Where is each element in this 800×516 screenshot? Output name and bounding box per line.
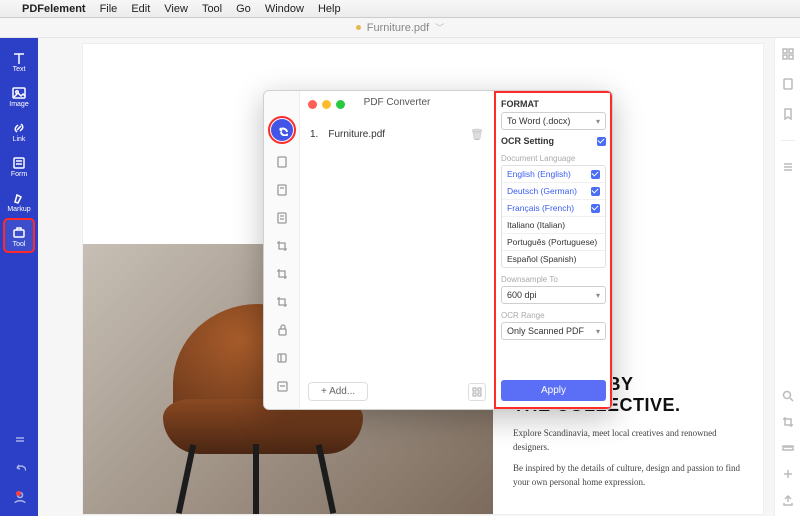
sidebar-label: Text bbox=[13, 66, 26, 73]
language-option[interactable]: Español (Spanish) bbox=[502, 251, 605, 267]
sidebar-label: Link bbox=[13, 136, 26, 143]
language-option[interactable]: Deutsch (German) bbox=[502, 183, 605, 200]
sidebar-label: Markup bbox=[7, 206, 30, 213]
plus-icon[interactable] bbox=[782, 468, 794, 480]
chevron-down-icon[interactable]: ﹀ bbox=[435, 21, 444, 34]
chevron-down-icon: ▾ bbox=[596, 291, 600, 300]
list-icon[interactable] bbox=[782, 161, 794, 173]
mac-menubar: PDFelement File Edit View Tool Go Window… bbox=[0, 0, 800, 18]
ocr-range-label: OCR Range bbox=[501, 311, 606, 320]
sidebar-item-markup[interactable]: Markup bbox=[4, 184, 34, 217]
thumbnails-icon[interactable] bbox=[782, 48, 794, 60]
menu-window[interactable]: Window bbox=[265, 3, 304, 15]
pdf-converter-dialog: PDF Converter 1. Furniture.pdf 🗑 + Add..… bbox=[263, 90, 613, 410]
menu-edit[interactable]: Edit bbox=[131, 3, 150, 15]
crop-icon[interactable] bbox=[275, 295, 289, 309]
menu-go[interactable]: Go bbox=[236, 3, 251, 15]
add-file-button[interactable]: + Add... bbox=[308, 382, 368, 401]
sidebar-item-image[interactable]: Image bbox=[4, 79, 34, 112]
ocr-icon[interactable] bbox=[275, 379, 289, 393]
markup-icon bbox=[11, 190, 27, 206]
crop-icon[interactable] bbox=[275, 239, 289, 253]
sidebar-item-tool[interactable]: Tool bbox=[4, 219, 34, 252]
file-row[interactable]: 1. Furniture.pdf 🗑 bbox=[310, 125, 484, 144]
sidebar-item-form[interactable]: Form bbox=[4, 149, 34, 182]
doc-paragraph: Explore Scandinavia, meet local creative… bbox=[513, 427, 748, 454]
notify-badge bbox=[16, 491, 21, 496]
remove-file-icon[interactable]: 🗑 bbox=[470, 128, 484, 141]
form-icon bbox=[11, 155, 27, 171]
document-canvas: INSPIRED BYTHE COLLECTIVE. Explore Scand… bbox=[38, 38, 774, 516]
format-label: FORMAT bbox=[501, 99, 606, 109]
ocr-range-select[interactable]: Only Scanned PDF▾ bbox=[501, 322, 606, 340]
page-icon[interactable] bbox=[275, 211, 289, 225]
sidebar-label: Image bbox=[9, 101, 28, 108]
sidebar-item-link[interactable]: Link bbox=[4, 114, 34, 147]
right-toolbar bbox=[774, 38, 800, 516]
compress-icon[interactable] bbox=[275, 351, 289, 365]
sidebar-account[interactable] bbox=[12, 489, 26, 508]
sidebar-collapse[interactable] bbox=[12, 431, 26, 450]
menu-view[interactable]: View bbox=[164, 3, 188, 15]
downsample-label: Downsample To bbox=[501, 275, 606, 284]
convert-settings-panel: FORMAT To Word (.docx)▾ OCR Setting Docu… bbox=[494, 91, 612, 409]
language-option[interactable]: Português (Portuguese) bbox=[502, 234, 605, 251]
checkbox-icon bbox=[591, 187, 600, 196]
doc-title: Furniture.pdf bbox=[367, 22, 429, 34]
share-icon[interactable] bbox=[782, 494, 794, 506]
language-option[interactable]: English (English) bbox=[502, 166, 605, 183]
format-select[interactable]: To Word (.docx)▾ bbox=[501, 112, 606, 130]
apply-button[interactable]: Apply bbox=[501, 380, 606, 401]
language-option[interactable]: Italiano (Italian) bbox=[502, 217, 605, 234]
window-titlebar: Furniture.pdf ﹀ bbox=[0, 18, 800, 38]
ocr-enable-checkbox[interactable] bbox=[597, 137, 606, 146]
modal-title: PDF Converter bbox=[300, 97, 494, 108]
text-icon bbox=[11, 50, 27, 66]
lock-icon[interactable] bbox=[275, 323, 289, 337]
crop-icon[interactable] bbox=[782, 416, 794, 428]
ocr-setting-label: OCR Setting bbox=[501, 136, 554, 146]
file-index: 1. bbox=[310, 129, 318, 140]
menu-file[interactable]: File bbox=[100, 3, 118, 15]
tool-icon bbox=[11, 225, 27, 241]
doc-status-icon bbox=[356, 25, 361, 30]
menu-help[interactable]: Help bbox=[318, 3, 341, 15]
image-icon bbox=[11, 85, 27, 101]
page-icon[interactable] bbox=[275, 155, 289, 169]
page-icon[interactable] bbox=[275, 183, 289, 197]
page-icon[interactable] bbox=[782, 78, 794, 90]
sidebar-label: Form bbox=[11, 171, 27, 178]
doc-language-label: Document Language bbox=[501, 154, 606, 163]
sidebar-label: Tool bbox=[13, 241, 26, 248]
downsample-select[interactable]: 600 dpi▾ bbox=[501, 286, 606, 304]
ruler-icon[interactable] bbox=[782, 442, 794, 454]
bookmark-icon[interactable] bbox=[782, 108, 794, 120]
doc-paragraph: Be inspired by the details of culture, d… bbox=[513, 462, 748, 489]
sidebar-undo[interactable] bbox=[12, 460, 26, 479]
modal-toolstrip bbox=[264, 91, 300, 409]
link-icon bbox=[11, 120, 27, 136]
left-sidebar: Text Image Link Form Markup Tool bbox=[0, 38, 38, 516]
crop-icon[interactable] bbox=[275, 267, 289, 281]
checkbox-icon bbox=[591, 170, 600, 179]
checkbox-icon bbox=[591, 204, 600, 213]
view-grid-button[interactable] bbox=[468, 383, 486, 401]
search-icon[interactable] bbox=[782, 390, 794, 402]
app-name[interactable]: PDFelement bbox=[22, 3, 86, 15]
convert-tool-button[interactable] bbox=[271, 119, 293, 141]
language-option[interactable]: Français (French) bbox=[502, 200, 605, 217]
sidebar-item-text[interactable]: Text bbox=[4, 44, 34, 77]
chevron-down-icon: ▾ bbox=[596, 117, 600, 126]
language-list: English (English) Deutsch (German) Franç… bbox=[501, 165, 606, 268]
file-list: 1. Furniture.pdf 🗑 bbox=[300, 117, 494, 152]
chevron-down-icon: ▾ bbox=[596, 327, 600, 336]
file-name: Furniture.pdf bbox=[328, 129, 385, 140]
menu-tool[interactable]: Tool bbox=[202, 3, 222, 15]
